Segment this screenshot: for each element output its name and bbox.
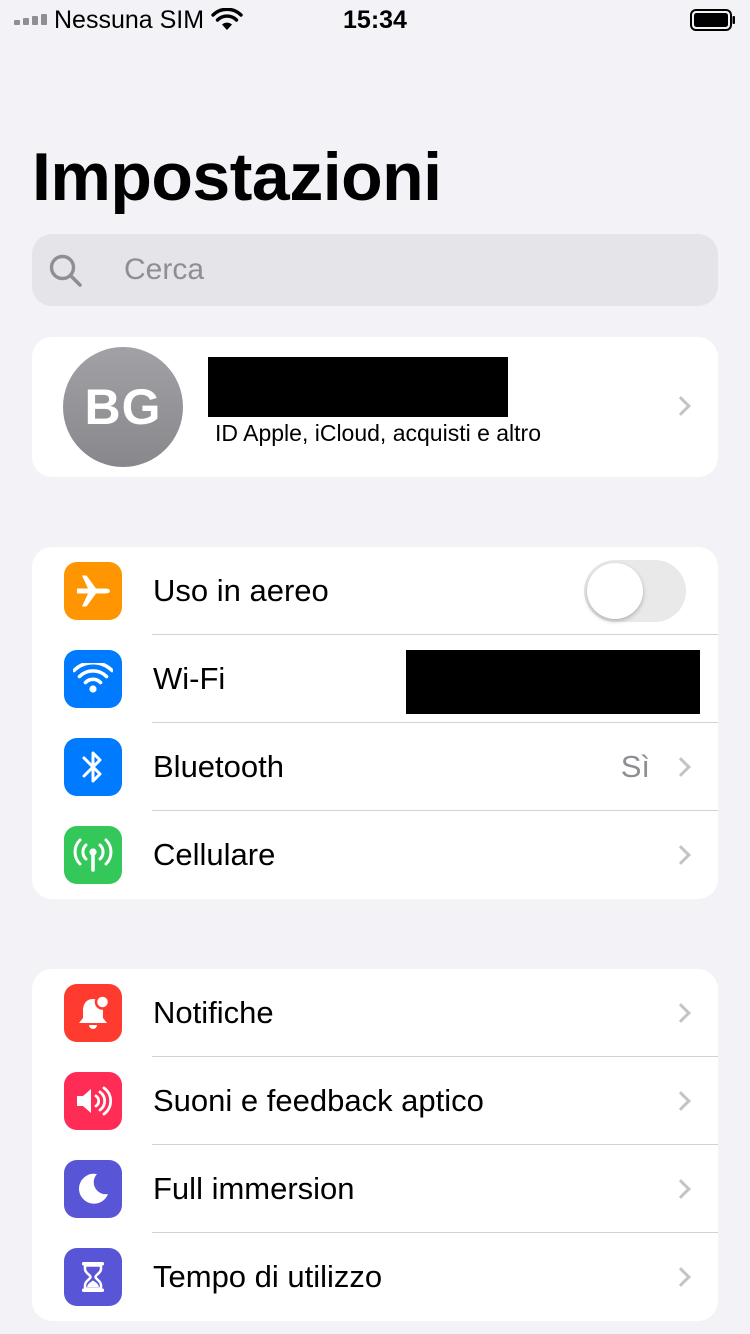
settings-row-label: Tempo di utilizzo <box>153 1259 383 1294</box>
notification-bell-icon <box>64 984 122 1042</box>
airplane-icon <box>64 562 122 620</box>
settings-row-label: Full immersion <box>153 1171 355 1206</box>
chevron-right-icon <box>671 1003 691 1023</box>
chevron-right-icon <box>671 396 691 416</box>
settings-row-airplane-mode[interactable]: Uso in aereo <box>32 547 718 635</box>
settings-row-label: Cellulare <box>153 837 276 872</box>
profile-name-redacted <box>208 357 508 417</box>
notifications-group: Notifiche Suoni e feedback aptico Full i… <box>32 969 718 1321</box>
status-bar: Nessuna SIM 15:34 <box>0 0 750 40</box>
chevron-right-icon <box>671 757 691 777</box>
bluetooth-status-value: Sì <box>620 749 650 784</box>
settings-row-wifi[interactable]: Wi-Fi <box>32 635 718 723</box>
wifi-network-name-redacted <box>406 650 700 714</box>
page-title: Impostazioni <box>32 139 442 215</box>
chevron-right-icon <box>671 1091 691 1111</box>
hourglass-icon <box>64 1248 122 1306</box>
cellular-antenna-icon <box>64 826 122 884</box>
settings-row-focus[interactable]: Full immersion <box>32 1145 718 1233</box>
settings-row-label: Wi-Fi <box>153 661 226 696</box>
settings-row-cellular[interactable]: Cellulare <box>32 811 718 899</box>
connectivity-group: Uso in aereo Wi-Fi Bluetooth Sì Cellular… <box>32 547 718 899</box>
chevron-right-icon <box>671 1267 691 1287</box>
toggle-knob <box>587 563 643 619</box>
chevron-right-icon <box>671 845 691 865</box>
status-time: 15:34 <box>343 6 407 34</box>
settings-row-label: Notifiche <box>153 995 274 1030</box>
search-icon <box>49 254 82 287</box>
search-input[interactable] <box>124 234 684 306</box>
settings-row-notifications[interactable]: Notifiche <box>32 969 718 1057</box>
settings-row-label: Bluetooth <box>153 749 284 784</box>
battery-full-icon <box>690 9 735 31</box>
settings-row-label: Suoni e feedback aptico <box>153 1083 484 1118</box>
wifi-icon <box>64 650 122 708</box>
settings-row-label: Uso in aereo <box>153 573 329 608</box>
settings-row-sounds[interactable]: Suoni e feedback aptico <box>32 1057 718 1145</box>
moon-icon <box>64 1160 122 1218</box>
speaker-icon <box>64 1072 122 1130</box>
profile-subtitle: ID Apple, iCloud, acquisti e altro <box>215 420 542 446</box>
chevron-right-icon <box>671 1179 691 1199</box>
settings-row-bluetooth[interactable]: Bluetooth Sì <box>32 723 718 811</box>
bluetooth-icon <box>64 738 122 796</box>
apple-id-profile-row[interactable]: BG ID Apple, iCloud, acquisti e altro <box>32 337 718 477</box>
settings-row-screen-time[interactable]: Tempo di utilizzo <box>32 1233 718 1321</box>
avatar: BG <box>63 347 183 467</box>
airplane-mode-toggle[interactable] <box>584 560 686 622</box>
search-bar[interactable] <box>32 234 718 306</box>
